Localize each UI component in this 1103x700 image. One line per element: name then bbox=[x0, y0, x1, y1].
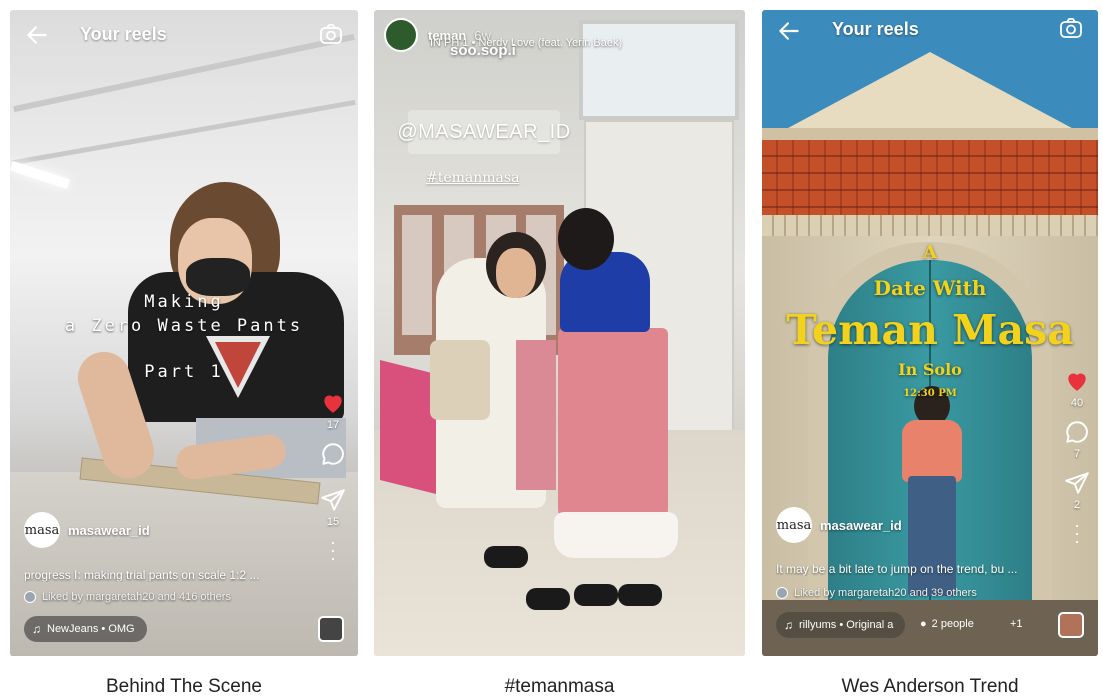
liked-by-row[interactable]: Liked by margaretah20 and 416 others bbox=[24, 591, 231, 603]
extra-tags[interactable]: +1 bbox=[1010, 618, 1023, 630]
avatar[interactable] bbox=[384, 18, 418, 52]
like-count: 40 bbox=[1070, 397, 1084, 409]
side-actions: 17 15 · · · bbox=[318, 390, 348, 567]
title-line: In Solo bbox=[898, 360, 962, 379]
back-arrow-icon[interactable] bbox=[776, 18, 802, 44]
mention-sticker[interactable]: @MASAWEAR_ID bbox=[397, 110, 570, 154]
overlay-text-line: a Zero Waste Pants bbox=[64, 316, 304, 336]
more-icon[interactable]: · · · bbox=[330, 533, 336, 567]
person-right-ruffle bbox=[554, 512, 678, 558]
audio-thumbnail[interactable] bbox=[318, 616, 344, 642]
person-mask bbox=[186, 258, 250, 296]
camera-icon[interactable] bbox=[318, 22, 344, 46]
person-right-skirt bbox=[558, 328, 668, 538]
panel-label: Behind The Scene bbox=[106, 676, 262, 697]
title-line: A bbox=[923, 242, 937, 263]
overlay-text-line: Making bbox=[144, 292, 224, 312]
author-row[interactable]: masa masawear_id bbox=[24, 512, 150, 548]
audio-label: NewJeans • OMG bbox=[47, 623, 135, 635]
avatar[interactable]: masa bbox=[24, 512, 60, 548]
overlay-text-line: Part 1 bbox=[144, 362, 224, 382]
liker-avatar bbox=[24, 591, 36, 603]
like-count: 17 bbox=[326, 419, 340, 431]
avatar[interactable]: masa bbox=[776, 507, 812, 543]
shoe bbox=[526, 588, 570, 610]
reels-topbar: Your reels bbox=[10, 10, 358, 62]
person-jeans bbox=[908, 476, 956, 596]
reel-panel-behind-the-scene[interactable]: Making a Zero Waste Pants Part 1 Your re… bbox=[10, 10, 358, 656]
author-name[interactable]: masawear_id bbox=[68, 523, 150, 538]
tote-bag bbox=[430, 340, 490, 420]
shoe bbox=[574, 584, 618, 606]
share-count: 2 bbox=[1073, 499, 1081, 511]
back-arrow-icon[interactable] bbox=[24, 22, 50, 48]
heart-icon[interactable] bbox=[320, 390, 346, 416]
reel-caption[interactable]: progress I: making trial pants on scale … bbox=[24, 568, 304, 582]
liked-by-text: Liked by margaretah20 and 416 others bbox=[42, 591, 231, 603]
window bbox=[579, 20, 739, 120]
share-count: 15 bbox=[326, 516, 340, 528]
person-top bbox=[902, 420, 962, 482]
person-left-face bbox=[496, 248, 536, 298]
person-right-hair bbox=[558, 208, 614, 270]
shoe bbox=[484, 546, 528, 568]
tagged-people-label: 2 people bbox=[931, 618, 974, 630]
comment-icon[interactable] bbox=[1064, 419, 1090, 445]
audio-thumbnail[interactable] bbox=[1058, 612, 1084, 638]
music-note-icon: ♫ bbox=[32, 622, 41, 636]
title-line: Teman Masa bbox=[786, 306, 1074, 354]
roof-tile-rows bbox=[762, 140, 1098, 220]
heart-icon[interactable] bbox=[1064, 368, 1090, 394]
reel-panel-wes-anderson[interactable]: A Date With Teman Masa In Solo 12:30 PM … bbox=[762, 10, 1098, 656]
title-line: 12:30 PM bbox=[903, 388, 957, 399]
topbar-title: Your reels bbox=[832, 19, 919, 39]
author-name[interactable]: masawear_id bbox=[820, 518, 902, 533]
liked-by-row[interactable]: Liked by margaretah20 and 39 others bbox=[776, 587, 977, 599]
liker-avatar bbox=[776, 587, 788, 599]
story-panel-temanmasa[interactable]: @MASAWEAR_ID #temanmasa teman 6w IN PH 1… bbox=[374, 10, 745, 656]
panel-label: Wes Anderson Trend bbox=[841, 676, 1019, 697]
music-note-icon: ♫ bbox=[784, 618, 793, 632]
reels-topbar: Your reels bbox=[762, 10, 1098, 62]
side-actions: 40 7 2 · · · bbox=[1062, 368, 1092, 550]
tagged-people[interactable]: ● 2 people bbox=[920, 618, 974, 630]
rack-garment bbox=[402, 215, 432, 335]
camera-icon[interactable] bbox=[1058, 16, 1084, 40]
person-left-apron bbox=[516, 340, 556, 490]
send-icon[interactable] bbox=[1064, 470, 1090, 496]
author-row[interactable]: masa masawear_id bbox=[776, 507, 902, 543]
topbar-title: Your reels bbox=[80, 24, 167, 44]
roof-trim bbox=[762, 215, 1098, 237]
liked-by-text: Liked by margaretah20 and 39 others bbox=[794, 587, 977, 599]
story-mention[interactable]: soo.sop.i bbox=[450, 42, 516, 59]
hashtag-sticker[interactable]: #temanmasa bbox=[426, 170, 519, 186]
panel-label: #temanmasa bbox=[504, 676, 615, 697]
more-icon[interactable]: · · · bbox=[1074, 516, 1080, 550]
comment-count: 7 bbox=[1073, 448, 1081, 460]
reel-caption[interactable]: It may be a bit late to jump on the tren… bbox=[776, 562, 1052, 576]
comment-icon[interactable] bbox=[320, 441, 346, 467]
audio-label: rillyums • Original a bbox=[799, 619, 894, 631]
audio-pill[interactable]: ♫ rillyums • Original a bbox=[776, 612, 906, 638]
person-icon: ● bbox=[920, 618, 927, 630]
send-icon[interactable] bbox=[320, 487, 346, 513]
title-line: Date With bbox=[873, 276, 987, 300]
shoe bbox=[618, 584, 662, 606]
audio-pill[interactable]: ♫ NewJeans • OMG bbox=[24, 616, 147, 642]
